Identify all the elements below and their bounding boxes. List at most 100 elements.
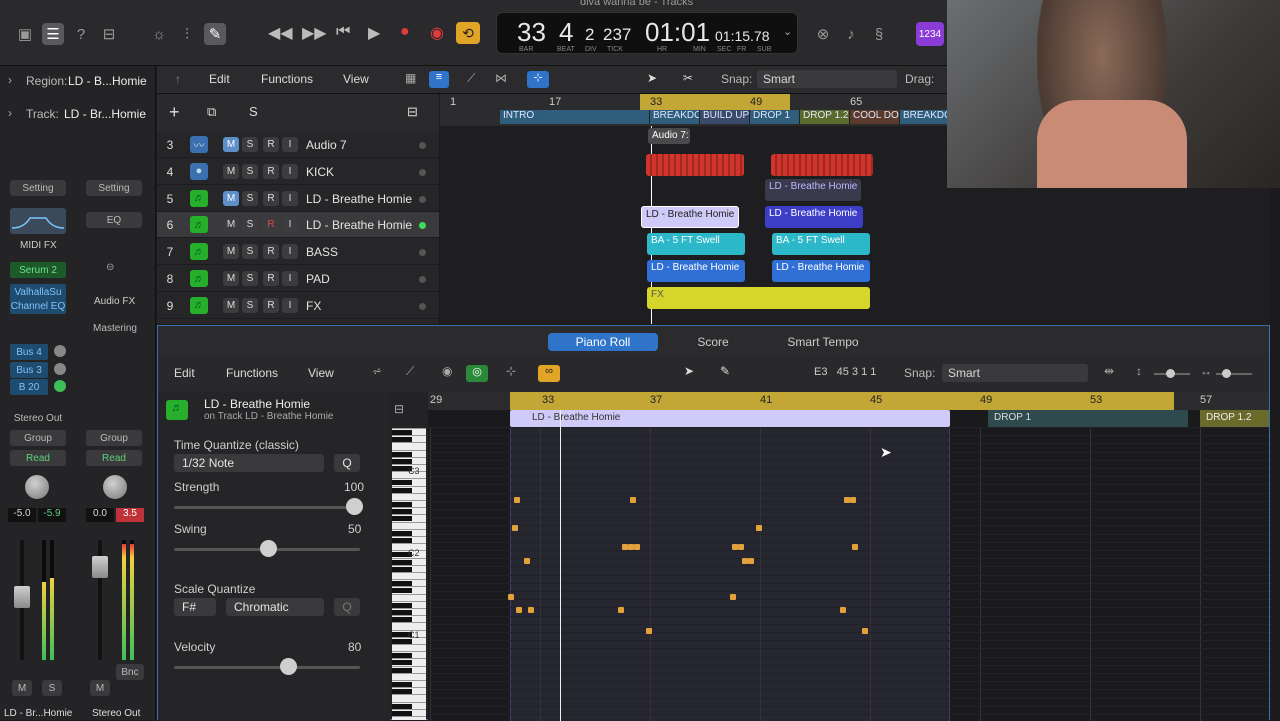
black-key[interactable] (392, 682, 412, 687)
black-key[interactable] (392, 509, 412, 515)
marker-breakdown[interactable]: BREAKDO (650, 110, 700, 124)
functions-menu[interactable]: Functions (261, 72, 313, 86)
black-key[interactable] (392, 703, 412, 709)
midi-note[interactable] (514, 497, 520, 503)
input-monitor-button[interactable]: I (282, 137, 298, 152)
marker-drop12[interactable]: DROP 1.2 (800, 110, 850, 124)
track-row[interactable]: 5 ♬ M S R I LD - Breathe Homie (157, 186, 439, 212)
midi-note[interactable] (730, 594, 736, 600)
midi-region[interactable]: LD - Breathe Homie (647, 260, 745, 282)
black-key[interactable] (392, 610, 412, 615)
pr-marker-drop1[interactable]: DROP 1 (988, 410, 1188, 427)
quantize-icon[interactable]: ⩫ (372, 364, 382, 378)
midi-note[interactable] (524, 558, 530, 564)
velocity-slider[interactable] (280, 658, 297, 675)
bus3-send[interactable]: Bus 3 (10, 362, 48, 378)
marker-cool-down[interactable]: COOL DO (850, 110, 900, 124)
pr-view-menu[interactable]: View (308, 366, 334, 380)
play-icon[interactable]: ▶ (368, 23, 380, 43)
pan-knob[interactable] (102, 474, 128, 500)
channel-eq-plugin-slot[interactable]: Channel EQ (10, 298, 66, 314)
fast-forward-icon[interactable]: ▶▶ (302, 23, 327, 43)
record-enable-button[interactable]: R (263, 190, 279, 206)
input-monitor-button[interactable]: I (282, 190, 298, 206)
snap-dropdown[interactable]: Smart (757, 70, 897, 88)
grid-view-icon[interactable]: ▦ (405, 71, 416, 85)
record-icon[interactable]: ● (400, 23, 410, 41)
input-monitor-button[interactable]: I (282, 271, 298, 286)
midi-note[interactable] (516, 607, 522, 613)
fit-horizontal-icon[interactable]: ⇹ (1104, 364, 1114, 378)
marker-intro[interactable]: INTRO (500, 110, 650, 124)
black-key[interactable] (392, 602, 412, 608)
eq-button[interactable]: EQ (86, 212, 142, 228)
midi-note[interactable] (840, 607, 846, 613)
solo-button[interactable]: S (42, 680, 62, 696)
mute-button[interactable]: M (90, 680, 110, 696)
pr-functions-menu[interactable]: Functions (226, 366, 278, 380)
mute-button[interactable]: M (223, 297, 239, 313)
midi-region[interactable]: LD - Breathe Homie (765, 179, 861, 201)
mute-button[interactable]: M (223, 137, 239, 152)
solo-button[interactable]: S (242, 217, 258, 233)
strength-slider[interactable] (346, 498, 363, 515)
mastering-slot[interactable]: Mastering (86, 320, 144, 336)
tuner-icon[interactable]: ♪ (840, 23, 862, 45)
setting-button[interactable]: Setting (10, 180, 66, 196)
disclosure-chevron-icon[interactable]: › (8, 73, 12, 87)
duplicate-track-icon[interactable]: ⧉ (207, 104, 216, 120)
tab-smart-tempo[interactable]: Smart Tempo (778, 333, 868, 351)
record-enable-button[interactable]: R (263, 137, 279, 152)
pr-region-bar[interactable]: LD - Breathe Homie (510, 410, 950, 427)
black-key[interactable] (392, 710, 412, 716)
lcd-menu-chevron-icon[interactable]: ⌄ (783, 25, 792, 38)
setting-button[interactable]: Setting (86, 180, 142, 196)
horizontal-zoom-slider[interactable] (1216, 369, 1252, 378)
black-key[interactable] (392, 502, 412, 507)
flex-icon[interactable]: ⋈ (495, 71, 507, 85)
cycle-icon[interactable]: ⟲ (456, 22, 480, 44)
tab-piano-roll[interactable]: Piano Roll (548, 333, 658, 351)
midi-region[interactable]: FX (647, 287, 870, 309)
solo-button[interactable]: S (242, 297, 258, 313)
count-in-badge[interactable]: 1234 (916, 22, 944, 46)
black-key[interactable] (392, 660, 412, 666)
pan-knob[interactable] (24, 474, 50, 500)
mute-button[interactable]: M (223, 217, 239, 233)
midi-region[interactable]: LD - Breathe Homie (772, 260, 870, 282)
midi-note[interactable] (852, 544, 858, 550)
piano-keyboard[interactable]: C3 C2 C1 (392, 428, 426, 720)
midi-note[interactable] (618, 607, 624, 613)
link-icon[interactable]: ∞ (538, 365, 560, 382)
scale-quantize-button[interactable]: Q (334, 598, 360, 616)
black-key[interactable] (392, 516, 412, 522)
tab-score[interactable]: Score (678, 333, 748, 351)
scale-key-dropdown[interactable]: F# (174, 598, 216, 616)
midi-region[interactable]: BA - 5 FT Swell (772, 233, 870, 255)
bus4-send[interactable]: Bus 4 (10, 344, 48, 360)
library-icon[interactable]: ▣ (14, 23, 36, 45)
black-key[interactable] (392, 437, 412, 443)
black-key[interactable] (392, 581, 412, 587)
midi-note[interactable] (508, 594, 514, 600)
catch-icon[interactable]: ⊹ (527, 71, 549, 88)
midi-note[interactable] (850, 497, 856, 503)
black-key[interactable] (392, 487, 412, 493)
list-editor-icon[interactable]: ⊗ (812, 23, 834, 45)
pointer-tool-icon[interactable]: ➤ (647, 71, 657, 85)
input-monitor-button[interactable]: I (282, 217, 298, 233)
midi-note[interactable] (646, 628, 652, 634)
disclosure-chevron-icon[interactable]: › (8, 106, 12, 120)
group-slot[interactable]: Group (86, 430, 142, 446)
mute-button[interactable]: M (12, 680, 32, 696)
input-monitor-button[interactable]: I (282, 163, 298, 179)
catch-icon[interactable]: ⊹ (506, 364, 516, 378)
rewind-icon[interactable]: ◀◀ (268, 23, 293, 43)
back-arrow-icon[interactable]: ↑ (175, 72, 181, 86)
swing-slider[interactable] (260, 540, 277, 557)
lcd-display[interactable]: 33 4 2 237 01:01 01:15.78 BAR BEAT DIV T… (496, 12, 798, 54)
record-enable-button[interactable]: R (263, 271, 279, 286)
cycle-region[interactable] (640, 94, 790, 110)
solo-button[interactable]: S (242, 244, 258, 260)
black-key[interactable] (392, 430, 412, 435)
